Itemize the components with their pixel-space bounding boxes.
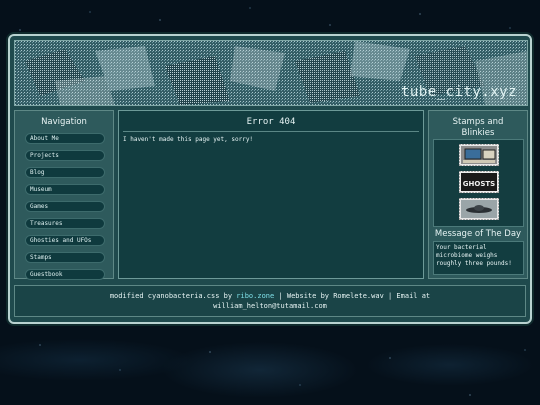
nav-item-projects[interactable]: Projects [25,150,105,161]
nav-list: About Me Projects Blog Museum Games Trea… [25,133,107,280]
footer: modified cyanobacteria.css by ribo.zone … [14,285,526,317]
ghosts-stamp-text: GHOSTS [463,180,495,188]
page-title: Error 404 [246,117,296,127]
stamps-heading: Stamps and Blinkies [452,117,504,138]
nav-item-games[interactable]: Games [25,201,105,212]
footer-credit-prefix: modified cyanobacteria.css by [109,292,237,300]
motd-text: Your bacterial microbiome weighs roughly… [433,241,524,275]
ribo-zone-link[interactable]: ribo.zone [236,292,274,300]
stamps-box: GHOSTS [433,139,524,227]
side-panel: Stamps and Blinkies GHOSTS Message of Th… [428,110,528,279]
nav-item-museum[interactable]: Museum [25,184,105,195]
navigation-panel: Navigation About Me Projects Blog Museum… [14,110,114,280]
footer-email[interactable]: william_helton@tutamail.com [213,302,327,310]
navigation-heading: Navigation [41,117,87,127]
title-divider [123,131,419,132]
nav-item-stamps[interactable]: Stamps [25,252,105,263]
site-title[interactable]: tube_city.xyz [401,84,517,100]
nav-item-treasures[interactable]: Treasures [25,218,105,229]
error-message: I haven't made this page yet, sorry! [123,136,254,143]
computer-stamp-icon[interactable] [459,144,499,166]
ufo-stamp-icon[interactable] [459,198,499,220]
ghosts-stamp-icon[interactable]: GHOSTS [459,171,499,193]
nav-item-ghosties-ufos[interactable]: Ghosties and UFOs [25,235,105,246]
main-content: Error 404 I haven't made this page yet, … [118,110,424,279]
footer-credit-middle: | Website by Romelete.wav | Email at [274,292,431,300]
site-banner: tube_city.xyz [14,40,528,106]
nav-item-about-me[interactable]: About Me [25,133,105,144]
nav-item-blog[interactable]: Blog [25,167,105,178]
page-frame: tube_city.xyz Navigation About Me Projec… [8,34,532,324]
motd-heading: Message of The Day [434,229,522,239]
nav-item-guestbook[interactable]: Guestbook [25,269,105,280]
